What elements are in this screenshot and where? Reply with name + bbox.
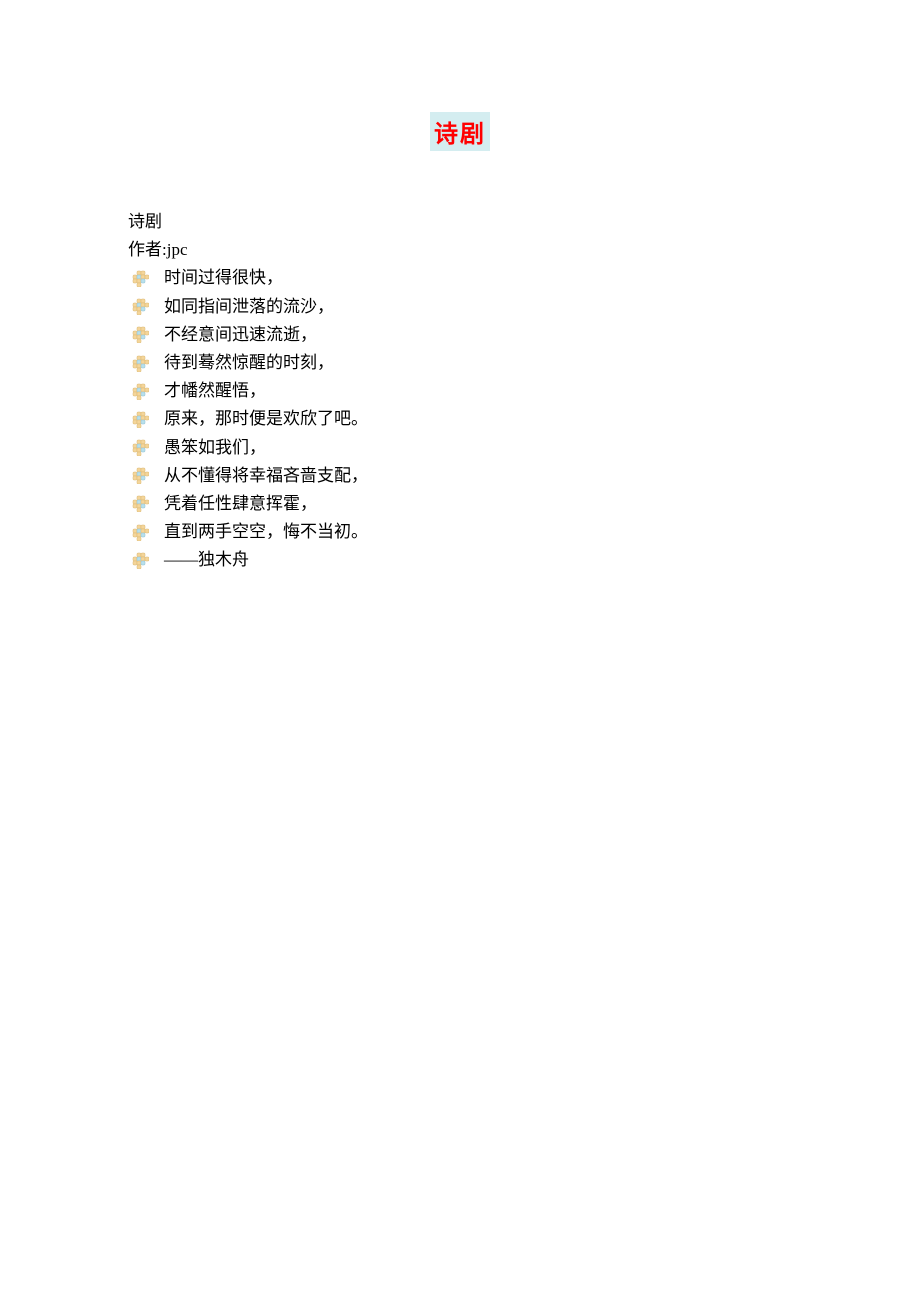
poem-line: 时间过得很快， [128,264,368,291]
poem-text: 凭着任性肆意挥霍， [164,490,317,517]
bullet-icon [130,324,150,344]
poem-line: ——独木舟 [128,546,368,573]
poem-text: 时间过得很快， [164,264,283,291]
poem-text: 如同指间泄落的流沙， [164,293,334,320]
bullet-icon [130,381,150,401]
poem-line: 凭着任性肆意挥霍， [128,490,368,517]
poem-line: 待到蓦然惊醒的时刻， [128,349,368,376]
poem-line: 愚笨如我们， [128,434,368,461]
poem-text: 直到两手空空，悔不当初。 [164,518,368,545]
bullet-icon [130,353,150,373]
document-content: 诗剧 作者:jpc 时间过得很快， 如同指间泄落的流沙， 不经意间迅速流逝， 待… [128,208,368,574]
poem-text: 愚笨如我们， [164,434,266,461]
bullet-icon [130,296,150,316]
poem-text: 才幡然醒悟， [164,377,266,404]
poem-line: 不经意间迅速流逝， [128,321,368,348]
poem-text: 原来，那时便是欢欣了吧。 [164,405,368,432]
poem-text: 待到蓦然惊醒的时刻， [164,349,334,376]
bullet-icon [130,409,150,429]
bullet-icon [130,493,150,513]
bullet-icon [130,465,150,485]
poem-line: 才幡然醒悟， [128,377,368,404]
bullet-icon [130,437,150,457]
poem-line: 如同指间泄落的流沙， [128,293,368,320]
bullet-icon [130,522,150,542]
poem-line: 直到两手空空，悔不当初。 [128,518,368,545]
poem-text: ——独木舟 [164,546,249,573]
author-line: 作者:jpc [128,236,368,263]
bullet-icon [130,268,150,288]
page-title: 诗剧 [430,112,490,151]
bullet-icon [130,550,150,570]
poem-text: 不经意间迅速流逝， [164,321,317,348]
poem-body: 时间过得很快， 如同指间泄落的流沙， 不经意间迅速流逝， 待到蓦然惊醒的时刻， … [128,264,368,573]
poem-line: 原来，那时便是欢欣了吧。 [128,405,368,432]
subtitle: 诗剧 [128,208,368,235]
poem-text: 从不懂得将幸福吝啬支配， [164,462,368,489]
poem-line: 从不懂得将幸福吝啬支配， [128,462,368,489]
